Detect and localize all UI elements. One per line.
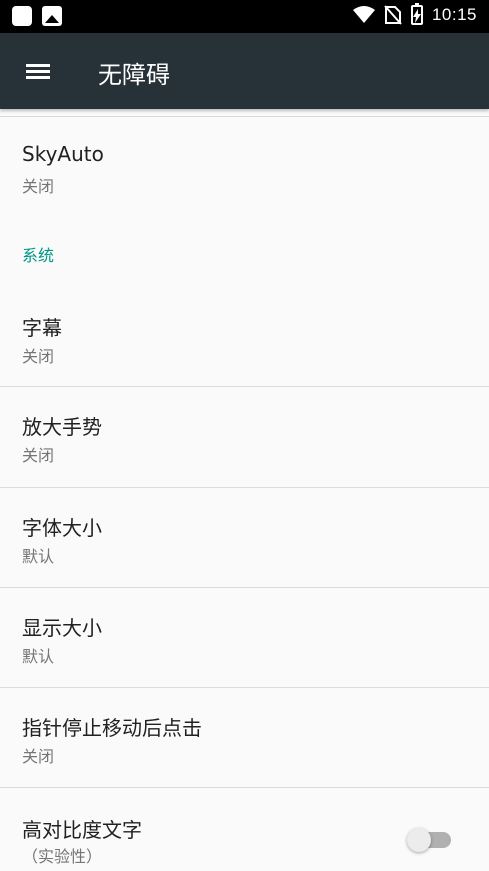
pref-summary: 关闭 (22, 747, 55, 766)
pref-title: SkyAuto (22, 142, 104, 166)
pref-summary: 关闭 (22, 347, 55, 366)
pref-summary: 默认 (22, 647, 55, 666)
high-contrast-switch[interactable] (407, 828, 453, 852)
pref-magnification[interactable]: 放大手势 关闭 (0, 387, 489, 487)
pref-title: 指针停止移动后点击 (22, 716, 202, 740)
notification-square-icon (12, 6, 32, 26)
pref-title: 高对比度文字 (22, 818, 142, 842)
pref-title: 字幕 (22, 316, 62, 340)
no-sim-icon (384, 5, 402, 25)
page-title: 无障碍 (98, 61, 170, 89)
pref-click-after-pointer-stops[interactable]: 指针停止移动后点击 关闭 (0, 688, 489, 787)
battery-charging-icon (410, 3, 423, 25)
pref-font-size[interactable]: 字体大小 默认 (0, 488, 489, 587)
pref-title: 显示大小 (22, 616, 102, 640)
image-notification-icon (42, 6, 62, 26)
divider (0, 116, 489, 117)
pref-title: 放大手势 (22, 415, 102, 439)
pref-summary: （实验性） (22, 847, 103, 866)
pref-summary: 关闭 (22, 177, 55, 196)
wifi-icon (352, 6, 375, 23)
pref-display-size[interactable]: 显示大小 默认 (0, 588, 489, 687)
status-clock: 10:15 (431, 5, 477, 24)
pref-summary: 关闭 (22, 446, 55, 465)
app-bar: 无障碍 (0, 33, 489, 109)
status-bar: 10:15 (0, 0, 489, 33)
pref-captions[interactable]: 字幕 关闭 (0, 288, 489, 386)
pref-summary: 默认 (22, 547, 55, 566)
category-system: 系统 (22, 246, 55, 265)
pref-title: 字体大小 (22, 516, 102, 540)
pref-skyauto[interactable]: SkyAuto 关闭 (0, 118, 489, 218)
menu-button[interactable] (14, 47, 62, 95)
